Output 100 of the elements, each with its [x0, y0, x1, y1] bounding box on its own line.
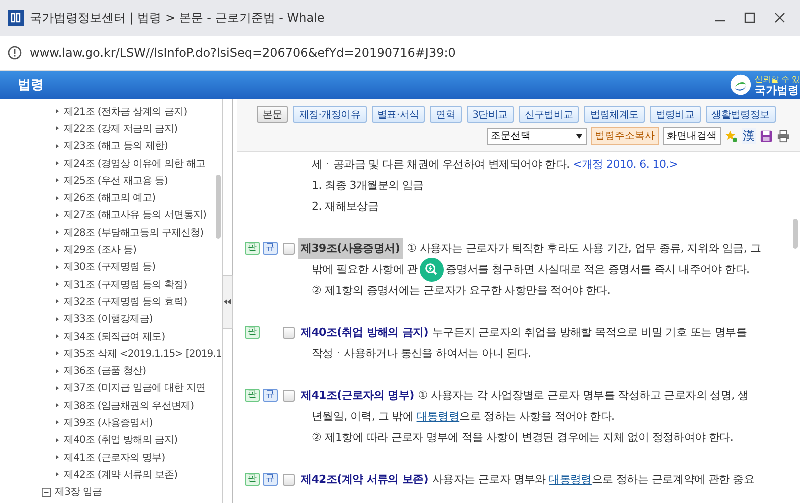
precedent-badge[interactable]: 판	[245, 473, 260, 486]
law-link[interactable]: 대통령령	[416, 410, 460, 423]
scrollbar-thumb[interactable]	[793, 219, 798, 249]
tab[interactable]: 생활법령정보	[706, 106, 776, 123]
tab[interactable]: 연혁	[430, 106, 462, 123]
bullet-icon	[56, 178, 59, 184]
article-title[interactable]: 제42조(계약 서류의 보존)	[301, 469, 429, 490]
copy-address-button[interactable]: 법령주소복사	[591, 127, 659, 145]
bullet-icon	[56, 212, 59, 218]
article-text: ① 사용자는 근로자가 퇴직한 후라도 사용 기간, 업무 종류, 지위와 임금, 그	[407, 241, 761, 257]
tree-item[interactable]: 제21조 (전차금 상계의 금지)	[64, 104, 188, 119]
search-icon	[424, 262, 440, 278]
tab[interactable]: 법령체계도	[584, 106, 645, 123]
checkbox[interactable]	[283, 474, 295, 486]
logo-icon	[730, 74, 752, 96]
tree-item[interactable]: 제32조 (구제명령 등의 효력)	[64, 294, 188, 309]
bullet-icon	[56, 144, 59, 149]
tree-item[interactable]: 제36조 (금품 청산)	[64, 364, 146, 378]
header-title: 법령	[18, 77, 44, 94]
precedent-badge[interactable]: 판	[245, 242, 260, 255]
tree-item[interactable]: 제28조 (부당해고등의 구제신청)	[64, 226, 204, 240]
tree-item[interactable]: 제31조 (구제명령 등의 확정)	[64, 278, 188, 292]
tab[interactable]: 법령비교	[650, 106, 701, 123]
tree-item[interactable]: 제42조 (계약 서류의 보존)	[64, 468, 178, 482]
article-text: ① 사용자는 각 사업장별로 근로자 명부를 작성하고 근로자의 성명, 생	[418, 388, 749, 404]
bullet-icon	[56, 386, 59, 391]
rule-badge[interactable]: 규	[263, 242, 278, 255]
bullet-icon	[56, 455, 59, 460]
precedent-badge[interactable]: 판	[245, 326, 260, 339]
collapse-tab[interactable]	[223, 275, 233, 329]
print-icon[interactable]	[777, 130, 790, 142]
article-text: 증명서를 청구하면 사실대로 적은 증명서를 즉시 내주어야 한다.	[446, 263, 750, 276]
app-icon	[8, 10, 24, 26]
article-text: 누구든지 근로자의 취업을 방해할 목적으로 비밀 기호 또는 명부를	[432, 325, 748, 341]
tree-item[interactable]: 제40조 (취업 방해의 금지)	[64, 433, 178, 448]
tree-item[interactable]: 제37조 (미지급 임금에 대한 지연	[64, 381, 206, 396]
precedent-badge[interactable]: 판	[245, 389, 260, 402]
bullet-icon	[56, 420, 59, 426]
checkbox[interactable]	[283, 326, 295, 338]
tab[interactable]: 3단비교	[466, 106, 514, 123]
rule-badge[interactable]: 규	[263, 389, 278, 402]
article-text: ② 제1항의 증명서에는 근로자가 요구한 사항만을 적어야 한다.	[311, 283, 612, 299]
article-title[interactable]: 제39조(사용증명서)	[298, 238, 404, 259]
tree-item[interactable]: 제25조 (우선 재고용 등)	[64, 174, 168, 188]
rule-badge[interactable]: 규	[263, 473, 278, 486]
close-icon[interactable]	[774, 12, 786, 24]
hanja-button[interactable]: 漢	[742, 128, 756, 144]
tree-item[interactable]: 제29조 (조사 등)	[64, 243, 136, 258]
tree-item[interactable]: 제35조 삭제 <2019.1.15> [2019.1	[64, 346, 222, 361]
tree-item[interactable]: 제33조 (이행강제금)	[64, 312, 153, 326]
floating-search-button[interactable]	[420, 258, 444, 282]
tree-item[interactable]: 제41조 (근로자의 명부)	[64, 450, 166, 465]
article-text: 2. 재해보상금	[312, 199, 380, 215]
info-icon[interactable]	[8, 46, 22, 60]
checkbox[interactable]	[283, 390, 295, 402]
maximize-icon[interactable]	[744, 12, 756, 24]
amendment-note[interactable]: <개정 2010. 6. 10.>	[572, 158, 678, 171]
tab[interactable]: 신구법비교	[518, 106, 580, 123]
article-select[interactable]: 조문선택	[487, 128, 587, 144]
logo-name: 국가법령	[754, 85, 800, 96]
tab[interactable]: 별표·서식	[372, 106, 426, 123]
tree-item[interactable]: 제26조 (해고의 예고)	[64, 191, 156, 206]
article-title[interactable]: 제41조(근로자의 명부)	[301, 385, 414, 406]
article-text: 1. 최종 3개월분의 임금	[312, 178, 425, 194]
double-chevron-left-icon	[224, 299, 231, 305]
tree-item[interactable]: 제39조 (사용증명서)	[64, 416, 153, 430]
bullet-icon	[56, 472, 59, 478]
article-text: 사용자는 근로자 명부와 대통령령으로 정하는 근로계약에 관한 중요	[432, 472, 755, 488]
scrollbar-thumb[interactable]	[216, 175, 221, 239]
tab[interactable]: 본문	[257, 106, 288, 123]
dropdown-arrow-icon	[576, 134, 583, 138]
tree-item[interactable]: 제23조 (해고 등의 제한)	[64, 139, 168, 154]
bullet-icon	[56, 282, 59, 288]
law-link[interactable]: 대통령령	[549, 473, 592, 486]
tree-item[interactable]: 제30조 (구제명령 등)	[64, 260, 156, 274]
address-field[interactable]: www.law.go.kr/LSW//lsInfoP.do?lsiSeq=206706&efYd=20190716#J39:0	[30, 46, 456, 60]
article-text: 작성ㆍ사용하거나 통신을 하여서는 아니 된다.	[311, 346, 532, 362]
article-title[interactable]: 제40조(취업 방해의 금지)	[301, 322, 429, 343]
save-icon[interactable]	[760, 130, 773, 142]
tree-item[interactable]: 제38조 (임금채권의 우선변제)	[64, 398, 194, 413]
star-icon[interactable]	[725, 130, 738, 142]
tree-item[interactable]: 제27조 (해고사유 등의 서면통지)	[64, 208, 206, 222]
tree-item[interactable]: 제24조 (경영상 이유에 의한 해고	[64, 156, 206, 171]
bullet-icon	[56, 368, 59, 374]
logo-tagline: 신뢰할 수 있	[754, 74, 800, 85]
bullet-icon	[56, 334, 59, 339]
tab[interactable]: 제정·개정이유	[293, 106, 366, 123]
tree-item[interactable]: 제34조 (퇴직급여 제도)	[64, 330, 166, 344]
article-text: ② 제1항에 따라 근로자 명부에 적을 사항이 변경된 경우에는 지체 없이 정정하여야 한다.	[311, 430, 735, 446]
bullet-icon	[56, 316, 59, 322]
find-in-page-button[interactable]: 화면내검색	[663, 127, 721, 145]
bullet-icon	[56, 109, 59, 114]
tree-item[interactable]: 제3장 임금	[55, 485, 102, 500]
tree-item[interactable]: 제22조 (강제 저금의 금지)	[64, 122, 178, 136]
bullet-icon	[56, 161, 59, 166]
bullet-icon	[56, 264, 59, 270]
bullet-icon	[56, 299, 59, 304]
bullet-icon	[56, 196, 59, 201]
checkbox[interactable]	[283, 242, 295, 254]
collapse-icon[interactable]	[42, 488, 51, 497]
